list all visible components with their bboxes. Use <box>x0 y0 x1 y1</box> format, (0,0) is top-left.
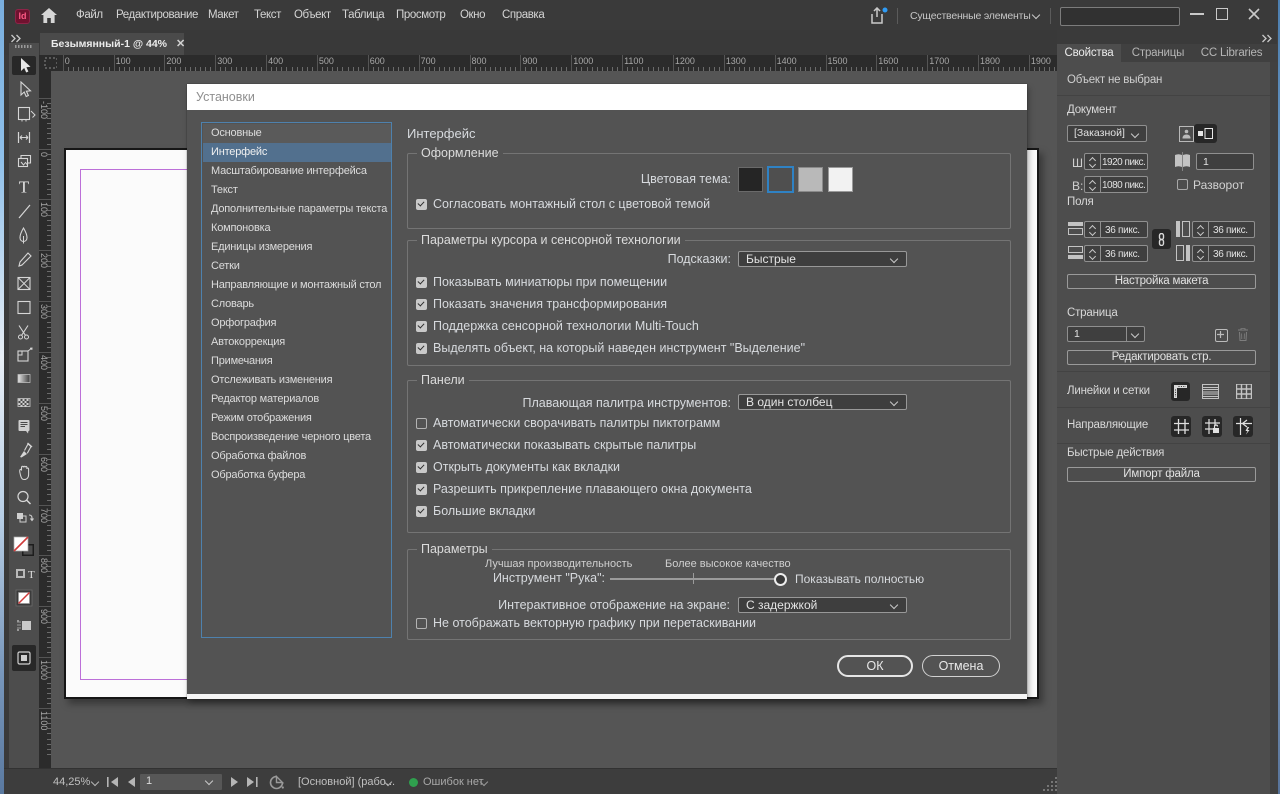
svg-text:T: T <box>28 569 35 581</box>
svg-text:T: T <box>19 178 30 196</box>
